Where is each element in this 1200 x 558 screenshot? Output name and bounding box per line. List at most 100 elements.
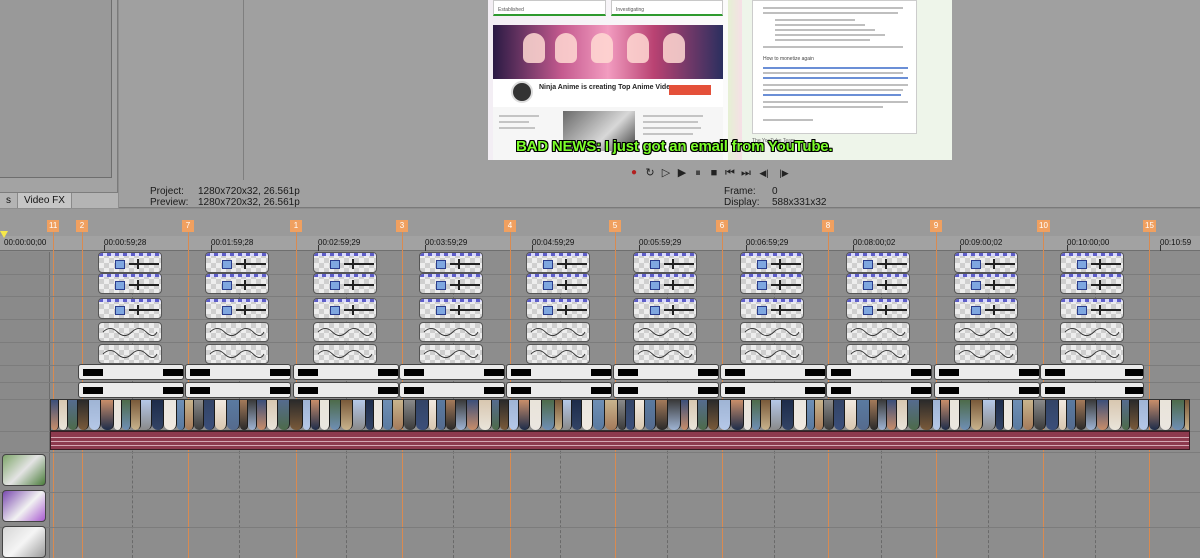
time-ruler[interactable]: 00:00:00;00 00:00:59;28 00:01:59;28 00:02:… — [0, 236, 1200, 251]
title-clip[interactable] — [185, 364, 291, 380]
keyframe-clip[interactable] — [1060, 344, 1124, 364]
keyframe-clip[interactable] — [740, 322, 804, 342]
marker-flag[interactable]: 7 — [182, 220, 194, 232]
keyframe-clip[interactable] — [313, 322, 377, 342]
media-thumbnail[interactable] — [2, 454, 46, 486]
overlay-clip[interactable] — [1060, 298, 1124, 319]
title-clip[interactable] — [720, 382, 826, 398]
keyframe-clip[interactable] — [419, 322, 483, 342]
go-to-end-icon[interactable]: ⏭ — [739, 165, 753, 181]
title-clip[interactable] — [1040, 364, 1144, 380]
previous-frame-icon[interactable]: ◀| — [755, 165, 773, 181]
overlay-clip[interactable] — [954, 273, 1018, 294]
tab-video-fx[interactable]: Video FX — [18, 193, 72, 208]
panel-splitter[interactable] — [243, 0, 244, 180]
overlay-clip[interactable] — [98, 298, 162, 319]
marker-flag[interactable]: 9 — [930, 220, 942, 232]
title-clip[interactable] — [826, 364, 932, 380]
overlay-clip[interactable] — [419, 252, 483, 273]
video-filmstrip-track[interactable] — [50, 399, 1190, 431]
marker-flag[interactable]: 3 — [396, 220, 408, 232]
stop-icon[interactable]: ■ — [707, 165, 721, 181]
keyframe-clip[interactable] — [526, 344, 590, 364]
title-clip[interactable] — [613, 382, 719, 398]
overlay-clip[interactable] — [954, 298, 1018, 319]
overlay-clip[interactable] — [846, 273, 910, 294]
audio-track[interactable] — [50, 431, 1190, 450]
title-clip[interactable] — [1040, 382, 1144, 398]
keyframe-clip[interactable] — [419, 344, 483, 364]
title-clip[interactable] — [399, 364, 505, 380]
play-from-start-icon[interactable]: ▷ — [659, 165, 673, 181]
overlay-clip[interactable] — [633, 273, 697, 294]
marker-flag[interactable]: 11 — [47, 220, 60, 232]
keyframe-clip[interactable] — [98, 322, 162, 342]
marker-flag[interactable]: 5 — [609, 220, 621, 232]
marker-flag[interactable]: 15 — [1143, 220, 1156, 232]
overlay-clip[interactable] — [313, 273, 377, 294]
overlay-clip[interactable] — [205, 273, 269, 294]
overlay-clip[interactable] — [313, 252, 377, 273]
title-clip[interactable] — [399, 382, 505, 398]
title-clip[interactable] — [613, 364, 719, 380]
overlay-clip[interactable] — [98, 252, 162, 273]
title-clip[interactable] — [293, 364, 399, 380]
title-clip[interactable] — [78, 364, 184, 380]
overlay-clip[interactable] — [205, 252, 269, 273]
overlay-clip[interactable] — [633, 298, 697, 319]
keyframe-clip[interactable] — [98, 344, 162, 364]
keyframe-clip[interactable] — [954, 344, 1018, 364]
overlay-clip[interactable] — [846, 252, 910, 273]
overlay-clip[interactable] — [419, 298, 483, 319]
overlay-clip[interactable] — [419, 273, 483, 294]
title-clip[interactable] — [293, 382, 399, 398]
title-clip[interactable] — [720, 364, 826, 380]
overlay-clip[interactable] — [740, 273, 804, 294]
loop-icon[interactable]: ↻ — [643, 165, 657, 181]
tab-transitions[interactable]: s — [0, 193, 18, 208]
overlay-clip[interactable] — [954, 252, 1018, 273]
next-frame-icon[interactable]: |▶ — [775, 165, 793, 181]
marker-bar[interactable] — [0, 209, 1200, 236]
overlay-clip[interactable] — [1060, 252, 1124, 273]
marker-flag[interactable]: 10 — [1037, 220, 1050, 232]
media-thumbnail[interactable] — [2, 490, 46, 522]
overlay-clip[interactable] — [846, 298, 910, 319]
overlay-clip[interactable] — [526, 298, 590, 319]
timeline[interactable]: 00:00:00;00 00:00:59;28 00:01:59;28 00:02:… — [0, 209, 1200, 558]
playhead-icon[interactable] — [0, 231, 8, 238]
overlay-clip[interactable] — [1060, 273, 1124, 294]
marker-flag[interactable]: 1 — [290, 220, 302, 232]
keyframe-clip[interactable] — [526, 322, 590, 342]
play-icon[interactable]: ▶ — [675, 165, 689, 181]
keyframe-clip[interactable] — [740, 344, 804, 364]
overlay-clip[interactable] — [526, 273, 590, 294]
overlay-clip[interactable] — [313, 298, 377, 319]
keyframe-clip[interactable] — [1060, 322, 1124, 342]
keyframe-clip[interactable] — [954, 322, 1018, 342]
marker-flag[interactable]: 6 — [716, 220, 728, 232]
title-clip[interactable] — [934, 382, 1040, 398]
keyframe-clip[interactable] — [846, 344, 910, 364]
title-clip[interactable] — [826, 382, 932, 398]
marker-flag[interactable]: 8 — [822, 220, 834, 232]
title-clip[interactable] — [185, 382, 291, 398]
title-clip[interactable] — [934, 364, 1040, 380]
overlay-clip[interactable] — [633, 252, 697, 273]
title-clip[interactable] — [506, 364, 612, 380]
title-clip[interactable] — [506, 382, 612, 398]
keyframe-clip[interactable] — [633, 344, 697, 364]
overlay-clip[interactable] — [740, 298, 804, 319]
record-icon[interactable]: ● — [627, 165, 641, 181]
overlay-clip[interactable] — [98, 273, 162, 294]
go-to-start-icon[interactable]: ⏮ — [723, 165, 737, 181]
media-thumbnail[interactable] — [2, 526, 46, 558]
overlay-clip[interactable] — [205, 298, 269, 319]
keyframe-clip[interactable] — [633, 322, 697, 342]
keyframe-clip[interactable] — [313, 344, 377, 364]
pause-icon[interactable]: ⏸ — [691, 165, 705, 181]
keyframe-clip[interactable] — [205, 322, 269, 342]
overlay-clip[interactable] — [740, 252, 804, 273]
keyframe-clip[interactable] — [846, 322, 910, 342]
title-clip[interactable] — [78, 382, 184, 398]
